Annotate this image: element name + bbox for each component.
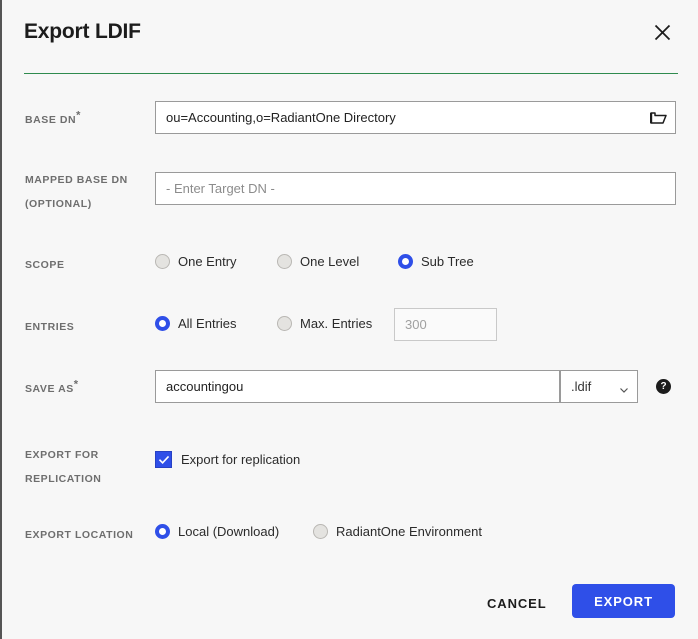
cancel-button[interactable]: CANCEL [483, 588, 551, 619]
scope-option-sub-tree[interactable]: Sub Tree [398, 254, 474, 269]
scope-radio-group: One Entry One Level Sub Tree [155, 254, 474, 269]
entries-radio-group: All Entries Max. Entries [155, 316, 372, 331]
scope-option-one-entry[interactable]: One Entry [155, 254, 277, 269]
export-location-radio-group: Local (Download) RadiantOne Environment [155, 524, 482, 539]
entries-option-all[interactable]: All Entries [155, 316, 277, 331]
base-dn-label: BASE DN* [25, 109, 81, 126]
file-format-value: .ldif [571, 379, 592, 394]
save-as-input[interactable] [155, 370, 560, 403]
export-for-replication-checkbox[interactable]: Export for replication [155, 451, 300, 468]
checkbox-checked-icon [155, 451, 172, 468]
mapped-base-dn-input[interactable] [155, 172, 676, 205]
radio-icon-selected [155, 524, 170, 539]
radio-icon-selected [398, 254, 413, 269]
entries-option-max[interactable]: Max. Entries [277, 316, 372, 331]
base-dn-input[interactable] [155, 101, 676, 134]
export-ldif-dialog: Export LDIF BASE DN* MAPPED BASE DN (OPT… [0, 0, 698, 639]
export-location-option-local[interactable]: Local (Download) [155, 524, 313, 539]
export-button[interactable]: EXPORT [572, 584, 675, 618]
checkbox-label: Export for replication [181, 452, 301, 467]
folder-icon[interactable] [645, 102, 671, 133]
help-icon[interactable]: ? [656, 379, 671, 394]
radio-icon [277, 254, 292, 269]
scope-option-one-level[interactable]: One Level [277, 254, 398, 269]
export-location-option-radiantone[interactable]: RadiantOne Environment [313, 524, 482, 539]
export-location-label: EXPORT LOCATION [25, 529, 134, 541]
mapped-base-dn-label: MAPPED BASE DN (OPTIONAL) [25, 174, 128, 210]
radio-icon [155, 254, 170, 269]
scope-label: SCOPE [25, 259, 65, 271]
radio-icon [277, 316, 292, 331]
export-for-replication-label: EXPORT FOR REPLICATION [25, 449, 102, 485]
max-entries-input[interactable] [394, 308, 497, 341]
header-divider [24, 73, 678, 74]
dialog-title: Export LDIF [24, 20, 141, 43]
entries-label: ENTRIES [25, 321, 75, 333]
radio-icon-selected [155, 316, 170, 331]
close-icon[interactable] [648, 18, 676, 46]
save-as-label: SAVE AS* [25, 378, 79, 395]
radio-icon [313, 524, 328, 539]
chevron-down-icon [619, 382, 629, 393]
dialog-header: Export LDIF [24, 20, 676, 72]
file-format-select[interactable]: .ldif [560, 370, 638, 403]
